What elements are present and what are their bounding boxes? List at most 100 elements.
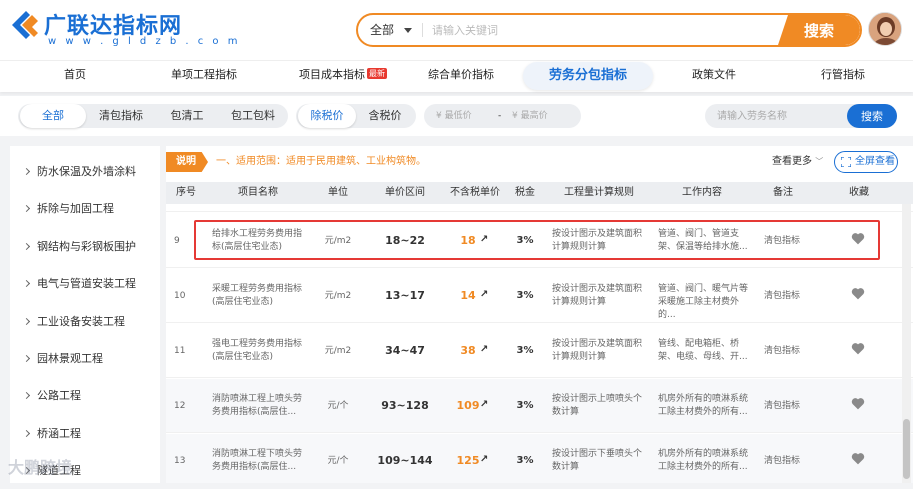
heart-icon[interactable] xyxy=(850,452,866,465)
trend-up-icon[interactable]: ↗ xyxy=(480,343,492,356)
search-category-select[interactable]: 全部 xyxy=(370,15,413,45)
sidebar-item-label: 园林景观工程 xyxy=(37,352,103,365)
row-no: 10 xyxy=(174,291,186,301)
nav-industry[interactable]: 行管指标 xyxy=(821,61,865,91)
sidebar-item-label: 钢结构与彩钢板围护 xyxy=(37,240,136,253)
labor-search-button[interactable]: 搜索 xyxy=(847,104,897,128)
scope-all[interactable]: 全部 xyxy=(20,104,86,128)
sidebar-item-landscape[interactable]: 园林景观工程 xyxy=(10,341,160,377)
max-price-input[interactable]: ¥ 最高价 xyxy=(512,104,548,128)
range-separator: - xyxy=(498,111,502,121)
row-unit: 元/个 xyxy=(327,456,349,466)
th-no: 序号 xyxy=(176,187,196,198)
labor-search-input[interactable] xyxy=(717,104,837,128)
chevron-right-icon xyxy=(22,167,31,175)
sidebar-item-steel[interactable]: 钢结构与彩钢板围护 xyxy=(10,229,160,265)
heart-icon[interactable] xyxy=(850,342,866,355)
tax-filter: 除税价 含税价 xyxy=(296,104,416,128)
heart-icon[interactable] xyxy=(850,232,866,245)
th-fav: 收藏 xyxy=(849,187,869,198)
view-more-link[interactable]: 查看更多 ﹀ xyxy=(772,153,823,171)
row-name[interactable]: 给排水工程劳务费用指标(高层住宅业态) xyxy=(212,228,310,254)
sidebar-item-bridge[interactable]: 桥涵工程 xyxy=(10,416,160,452)
heart-icon[interactable] xyxy=(850,397,866,410)
row-name[interactable]: 消防喷淋工程下喷头劳务费用指标(高层住... xyxy=(212,448,310,474)
table-scrollbar[interactable] xyxy=(902,204,911,483)
table-row[interactable]: 11 强电工程劳务费用指标(高层住宅业态) 元/m2 34~47 38 ↗ 3%… xyxy=(166,324,913,378)
heart-icon[interactable] xyxy=(850,287,866,300)
row-work: 管道、阀门、暖气片等采暖施工除主材费外的... xyxy=(658,284,749,320)
nav-unit-price[interactable]: 综合单价指标 xyxy=(428,61,494,91)
nav-project-cost[interactable]: 项目成本指标 最新 xyxy=(299,61,387,91)
nav-home[interactable]: 首页 xyxy=(64,61,86,91)
notice-text: 一、适用范围：适用于民用建筑、工业构筑物。 xyxy=(216,156,426,167)
search-button[interactable]: 搜索 xyxy=(778,15,860,45)
th-note: 备注 xyxy=(773,187,793,198)
sidebar-item-label: 防水保温及外墙涂料 xyxy=(37,165,136,178)
main-content: 说明 一、适用范围：适用于民用建筑、工业构筑物。 查看更多 ﹀ 全屏查看 序号 … xyxy=(166,146,913,483)
row-work: 机房外所有的喷淋系统工除主材费外的所有... xyxy=(658,394,749,417)
th-unit: 单位 xyxy=(328,187,348,198)
row-unit: 元/m2 xyxy=(324,346,352,356)
chevron-right-icon xyxy=(22,429,31,437)
nav-labor-subcontract[interactable]: 劳务分包指标 xyxy=(523,62,654,90)
row-note: 清包指标 xyxy=(764,236,801,246)
trend-up-icon[interactable]: ↗ xyxy=(480,233,492,246)
avatar-image xyxy=(869,13,901,45)
tax-excluded[interactable]: 除税价 xyxy=(298,104,356,128)
table-row[interactable]: 9 给排水工程劳务费用指标(高层住宅业态) 元/m2 18~22 18 ↗ 3%… xyxy=(166,214,913,268)
sidebar-item-demolition[interactable]: 拆除与加固工程 xyxy=(10,191,160,227)
sidebar-item-highway[interactable]: 公路工程 xyxy=(10,378,160,414)
search-divider xyxy=(422,23,423,37)
nav-policy[interactable]: 政策文件 xyxy=(692,61,736,91)
row-note: 清包指标 xyxy=(764,456,801,466)
scope-labor-package[interactable]: 包清工 xyxy=(154,104,220,128)
nav-single-project[interactable]: 单项工程指标 xyxy=(171,61,237,91)
row-name[interactable]: 采暖工程劳务费用指标(高层住宅业态) xyxy=(212,283,310,309)
chevron-down-icon: ﹀ xyxy=(815,157,824,166)
table-body: 9 给排水工程劳务费用指标(高层住宅业态) 元/m2 18~22 18 ↗ 3%… xyxy=(166,204,913,483)
site-logo[interactable]: 广联达指标网 w w w . g l d z b . c o m xyxy=(10,6,237,52)
trend-up-icon[interactable]: ↗ xyxy=(480,453,492,466)
main-nav: 首页 单项工程指标 项目成本指标 最新 综合单价指标 劳务分包指标 政策文件 行管… xyxy=(0,60,913,92)
price-range: ¥ 最低价 - ¥ 最高价 xyxy=(424,104,581,128)
row-note: 清包指标 xyxy=(764,291,801,301)
scope-labor-only[interactable]: 清包指标 xyxy=(88,104,154,128)
trend-up-icon[interactable]: ↗ xyxy=(480,288,492,301)
table-row[interactable]: 10 采暖工程劳务费用指标(高层住宅业态) 元/m2 13~17 14 ↗ 3%… xyxy=(166,269,913,323)
row-range: 34~47 xyxy=(385,344,425,357)
sidebar-item-electrical[interactable]: 电气与管道安装工程 xyxy=(10,266,160,302)
fullscreen-button[interactable]: 全屏查看 xyxy=(834,151,898,173)
chevron-right-icon xyxy=(22,317,31,325)
nav-label: 劳务分包指标 xyxy=(549,68,628,83)
row-name[interactable]: 强电工程劳务费用指标(高层住宅业态) xyxy=(212,338,310,364)
search-category-label: 全部 xyxy=(370,23,395,37)
row-unit: 元/m2 xyxy=(324,291,352,301)
row-range: 18~22 xyxy=(385,234,425,247)
trend-up-icon[interactable]: ↗ xyxy=(480,398,492,411)
filter-bar: 全部 清包指标 包清工 包工包料 除税价 含税价 ¥ 最低价 - ¥ 最高价 搜… xyxy=(0,96,913,136)
table-row[interactable]: 12 消防喷淋工程上喷头劳务费用指标(高层住... 元/个 93~128 109… xyxy=(166,379,913,433)
row-rule: 按设计图示及建筑面积计算规则计算 xyxy=(552,339,643,362)
max-price-placeholder: 最高价 xyxy=(520,111,548,121)
row-tax: 3% xyxy=(516,400,534,411)
sidebar-item-industrial[interactable]: 工业设备安装工程 xyxy=(10,304,160,340)
labor-search: 搜索 xyxy=(705,104,897,128)
row-range: 109~144 xyxy=(377,454,433,467)
min-price-input[interactable]: ¥ 最低价 xyxy=(436,104,472,128)
scope-labor-material[interactable]: 包工包料 xyxy=(220,104,286,128)
row-note: 清包指标 xyxy=(764,401,801,411)
tax-included[interactable]: 含税价 xyxy=(356,104,414,128)
sidebar-item-waterproof[interactable]: 防水保温及外墙涂料 xyxy=(10,154,160,190)
row-rule: 按设计图示下垂喷头个数计算 xyxy=(552,449,643,472)
global-search: 全部 搜索 xyxy=(356,13,862,47)
chevron-right-icon xyxy=(22,242,31,250)
chevron-right-icon xyxy=(22,391,31,399)
currency-symbol: ¥ xyxy=(436,111,442,121)
scrollbar-thumb[interactable] xyxy=(903,419,910,479)
user-avatar[interactable] xyxy=(868,12,902,46)
table-row[interactable]: 13 消防喷淋工程下喷头劳务费用指标(高层住... 元/个 109~144 12… xyxy=(166,434,913,483)
row-name[interactable]: 消防喷淋工程上喷头劳务费用指标(高层住... xyxy=(212,393,310,419)
row-tax: 3% xyxy=(516,290,534,301)
search-input[interactable] xyxy=(432,15,732,45)
